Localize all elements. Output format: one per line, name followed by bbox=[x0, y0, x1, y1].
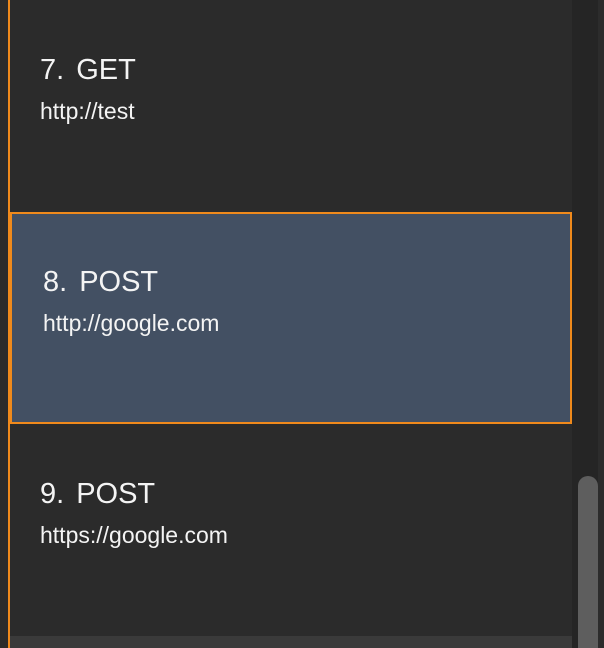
request-url: https://google.com bbox=[40, 522, 228, 548]
request-index: 7. bbox=[40, 54, 65, 86]
list-item-request-8[interactable]: 8. POST http://google.com bbox=[10, 212, 572, 424]
request-title: 8. POST bbox=[43, 264, 158, 300]
request-method: POST bbox=[76, 478, 156, 510]
request-title: 7. GET bbox=[40, 52, 136, 88]
request-index: 9. bbox=[40, 478, 65, 510]
request-url: http://test bbox=[40, 98, 135, 124]
request-method: GET bbox=[76, 54, 136, 86]
vertical-scrollbar-thumb[interactable] bbox=[578, 476, 598, 648]
request-index: 8. bbox=[43, 266, 68, 298]
list-item-request-7[interactable]: 7. GET http://test bbox=[10, 0, 572, 212]
request-method: POST bbox=[79, 266, 159, 298]
request-url: http://google.com bbox=[43, 310, 220, 336]
list-item-request-9[interactable]: 9. POST https://google.com bbox=[10, 424, 572, 636]
request-title: 9. POST bbox=[40, 476, 155, 512]
next-list-item-edge[interactable] bbox=[10, 636, 572, 648]
right-window-edge bbox=[598, 0, 604, 648]
request-list[interactable]: 7. GET http://test 8. POST http://google.c… bbox=[10, 0, 572, 648]
app-window: 7. GET http://test 8. POST http://google.c… bbox=[0, 0, 604, 648]
